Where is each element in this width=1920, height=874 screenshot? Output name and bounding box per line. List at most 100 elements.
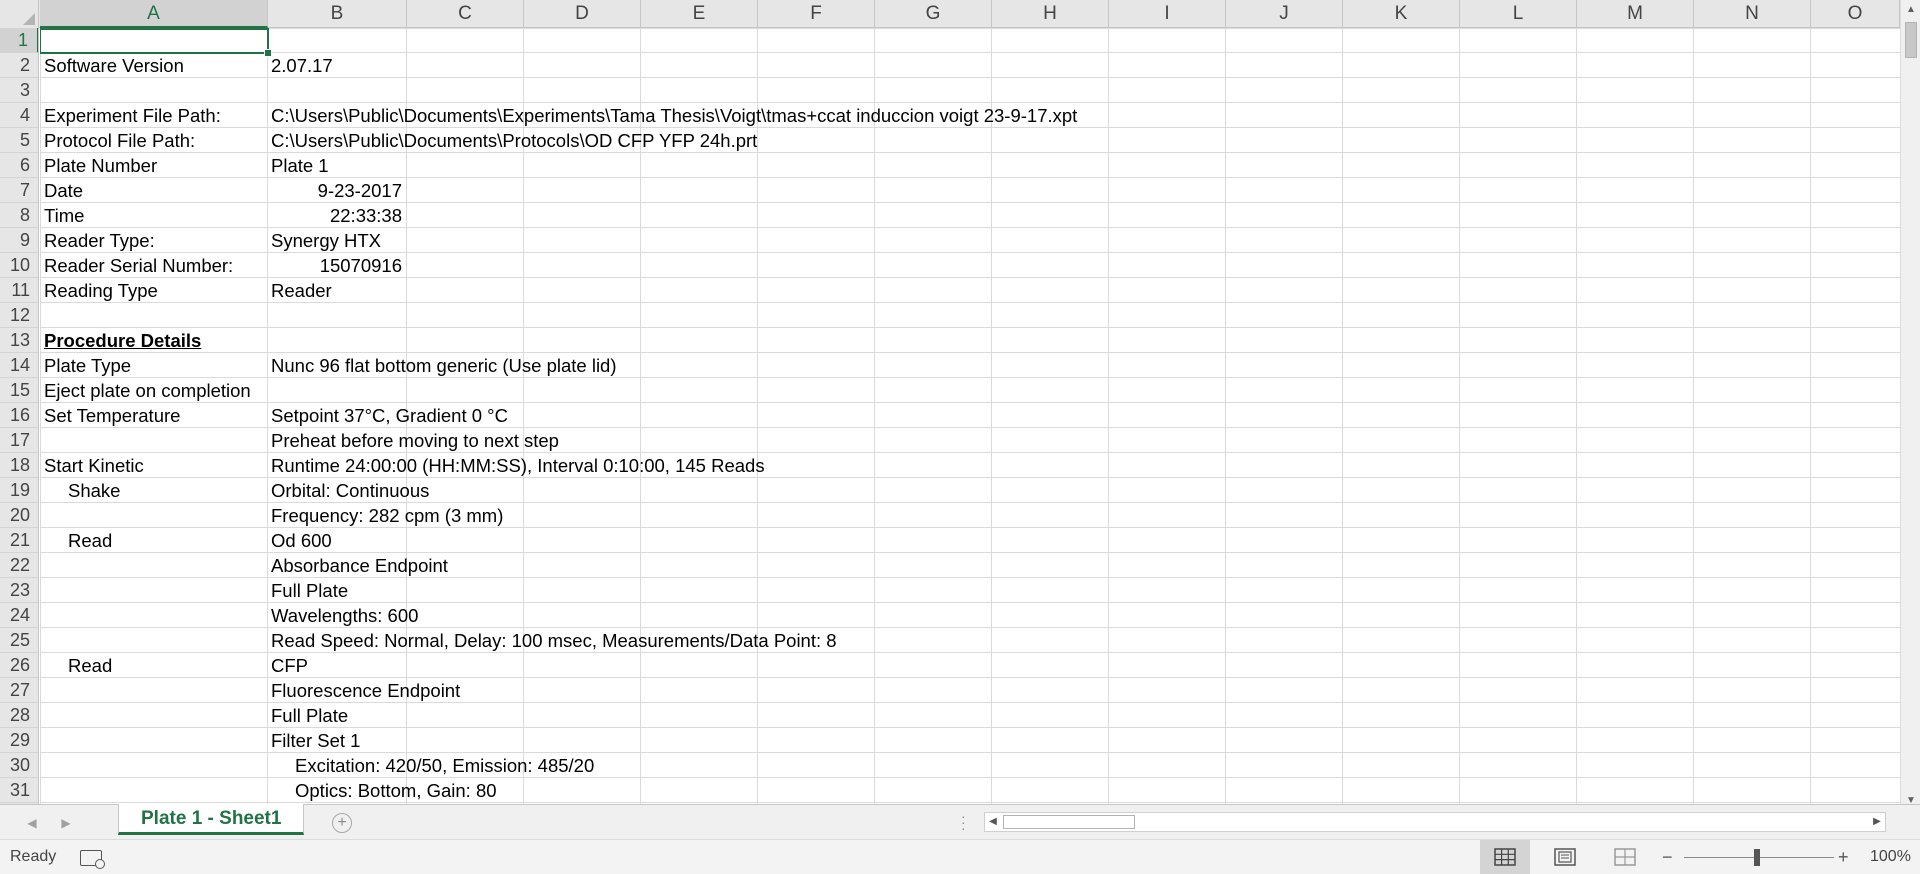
sheet-tab-plate1[interactable]: Plate 1 - Sheet1 (118, 804, 305, 835)
row-header-7[interactable]: 7 (0, 178, 38, 203)
row-header-1[interactable]: 1 (0, 28, 38, 53)
cell-a2[interactable]: Software Version (40, 53, 184, 78)
row-header-31[interactable]: 31 (0, 778, 38, 803)
cell-b29[interactable]: Filter Set 1 (267, 728, 360, 753)
macro-record-icon[interactable] (80, 850, 105, 869)
select-all-button[interactable] (0, 0, 39, 28)
row-header-30[interactable]: 30 (0, 753, 38, 778)
plus-circle-icon[interactable]: + (332, 813, 352, 833)
cell-a8[interactable]: Time (40, 203, 84, 228)
horizontal-scrollbar[interactable]: ◀ ▶ (984, 812, 1886, 832)
row-header-13[interactable]: 13 (0, 328, 38, 353)
cell-a19[interactable]: Shake (40, 478, 120, 503)
column-header-o[interactable]: O (1811, 0, 1900, 28)
row-header-17[interactable]: 17 (0, 428, 38, 453)
cell-b24[interactable]: Wavelengths: 600 (267, 603, 418, 628)
page-break-view-button[interactable] (1600, 840, 1650, 874)
row-header-19[interactable]: 19 (0, 478, 38, 503)
cell-b21[interactable]: Od 600 (267, 528, 332, 553)
cell-grid[interactable]: Software Version 2.07.17 Experiment File… (40, 28, 1900, 804)
row-header-29[interactable]: 29 (0, 728, 38, 753)
row-header-18[interactable]: 18 (0, 453, 38, 478)
scroll-right-icon[interactable]: ▶ (1869, 813, 1885, 831)
cell-b9[interactable]: Synergy HTX (267, 228, 381, 253)
column-header-e[interactable]: E (641, 0, 758, 28)
cell-b22[interactable]: Absorbance Endpoint (267, 553, 448, 578)
row-header-16[interactable]: 16 (0, 403, 38, 428)
cell-a5[interactable]: Protocol File Path: (40, 128, 195, 153)
prev-sheet-icon[interactable]: ◀ (22, 813, 42, 833)
cell-b7[interactable]: 9-23-2017 (267, 178, 406, 203)
cell-a6[interactable]: Plate Number (40, 153, 157, 178)
cell-a4[interactable]: Experiment File Path: (40, 103, 221, 128)
cell-b26[interactable]: CFP (267, 653, 308, 678)
row-header-8[interactable]: 8 (0, 203, 38, 228)
row-header-3[interactable]: 3 (0, 78, 38, 103)
cell-a11[interactable]: Reading Type (40, 278, 158, 303)
row-header-21[interactable]: 21 (0, 528, 38, 553)
row-header-25[interactable]: 25 (0, 628, 38, 653)
horizontal-scroll-thumb[interactable] (1003, 815, 1135, 829)
row-header-22[interactable]: 22 (0, 553, 38, 578)
row-header-9[interactable]: 9 (0, 228, 38, 253)
column-header-m[interactable]: M (1577, 0, 1694, 28)
cell-b30[interactable]: Excitation: 420/50, Emission: 485/20 (267, 753, 594, 778)
zoom-out-button[interactable]: − (1662, 840, 1673, 874)
zoom-slider-thumb[interactable] (1754, 849, 1760, 866)
cell-b2[interactable]: 2.07.17 (267, 53, 333, 78)
row-header-2[interactable]: 2 (0, 53, 38, 78)
row-header-11[interactable]: 11 (0, 278, 38, 303)
cell-a7[interactable]: Date (40, 178, 83, 203)
row-header-26[interactable]: 26 (0, 653, 38, 678)
normal-view-button[interactable] (1480, 840, 1530, 874)
column-header-k[interactable]: K (1343, 0, 1460, 28)
cell-b17[interactable]: Preheat before moving to next step (267, 428, 559, 453)
cell-a14[interactable]: Plate Type (40, 353, 131, 378)
cell-a21[interactable]: Read (40, 528, 112, 553)
column-header-a[interactable]: A (40, 0, 268, 28)
column-header-i[interactable]: I (1109, 0, 1226, 28)
cell-b25[interactable]: Read Speed: Normal, Delay: 100 msec, Mea… (267, 628, 837, 653)
column-header-b[interactable]: B (268, 0, 407, 28)
cell-b20[interactable]: Frequency: 282 cpm (3 mm) (267, 503, 503, 528)
cell-b31[interactable]: Optics: Bottom, Gain: 80 (267, 778, 497, 803)
cell-b18[interactable]: Runtime 24:00:00 (HH:MM:SS), Interval 0:… (267, 453, 765, 478)
column-header-f[interactable]: F (758, 0, 875, 28)
active-cell-a1[interactable] (40, 28, 272, 57)
column-header-g[interactable]: G (875, 0, 992, 28)
cell-b6[interactable]: Plate 1 (267, 153, 329, 178)
cell-a26[interactable]: Read (40, 653, 112, 678)
cell-b8[interactable]: 22:33:38 (267, 203, 406, 228)
cell-b28[interactable]: Full Plate (267, 703, 348, 728)
cell-a18[interactable]: Start Kinetic (40, 453, 144, 478)
vertical-scrollbar[interactable]: ▲ ▼ (1900, 0, 1920, 811)
column-header-h[interactable]: H (992, 0, 1109, 28)
column-header-c[interactable]: C (407, 0, 524, 28)
cell-b19[interactable]: Orbital: Continuous (267, 478, 429, 503)
cell-a15[interactable]: Eject plate on completion (40, 378, 251, 403)
row-header-6[interactable]: 6 (0, 153, 38, 178)
cell-a13[interactable]: Procedure Details (40, 328, 201, 353)
cell-a10[interactable]: Reader Serial Number: (40, 253, 233, 278)
cell-b4[interactable]: C:\Users\Public\Documents\Experiments\Ta… (267, 103, 1077, 128)
vertical-scroll-thumb[interactable] (1905, 22, 1917, 58)
row-header-27[interactable]: 27 (0, 678, 38, 703)
tab-split-handle[interactable]: · · · (961, 809, 967, 835)
next-sheet-icon[interactable]: ▶ (56, 813, 76, 833)
row-header-15[interactable]: 15 (0, 378, 38, 403)
cell-a9[interactable]: Reader Type: (40, 228, 155, 253)
column-header-l[interactable]: L (1460, 0, 1577, 28)
row-header-28[interactable]: 28 (0, 703, 38, 728)
cell-b11[interactable]: Reader (267, 278, 332, 303)
row-header-20[interactable]: 20 (0, 503, 38, 528)
row-header-10[interactable]: 10 (0, 253, 38, 278)
cell-b27[interactable]: Fluorescence Endpoint (267, 678, 460, 703)
column-header-n[interactable]: N (1694, 0, 1811, 28)
row-header-24[interactable]: 24 (0, 603, 38, 628)
zoom-level[interactable]: 100% (1870, 840, 1911, 874)
column-header-j[interactable]: J (1226, 0, 1343, 28)
row-header-23[interactable]: 23 (0, 578, 38, 603)
cell-b10[interactable]: 15070916 (267, 253, 406, 278)
cell-b16[interactable]: Setpoint 37°C, Gradient 0 °C (267, 403, 508, 428)
scroll-left-icon[interactable]: ◀ (985, 813, 1001, 831)
